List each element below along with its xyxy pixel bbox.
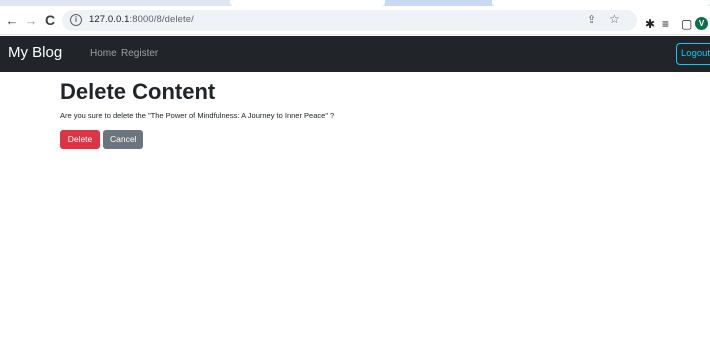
extensions-icon[interactable]: ✱ <box>645 17 655 31</box>
main-content: Delete Content Are you sure to delete th… <box>60 78 334 149</box>
back-arrow-icon[interactable]: ← <box>3 11 21 29</box>
nav-link-register[interactable]: Register <box>121 48 158 59</box>
page-title: Delete Content <box>60 79 216 104</box>
side-panel-icon[interactable]: ▢ <box>681 17 692 31</box>
action-buttons: Delete Cancel <box>60 130 334 149</box>
delete-button[interactable]: Delete <box>60 130 100 149</box>
site-navbar: My Blog Home Register Logout <box>0 36 710 72</box>
url-host: 127.0.0.1 <box>89 14 130 25</box>
reload-icon[interactable]: C <box>41 11 59 29</box>
cancel-button[interactable]: Cancel <box>103 130 143 149</box>
address-bar[interactable]: i 127.0.0.1:8000/8/delete/ ⇪ ☆ <box>62 10 637 31</box>
url-text[interactable]: 127.0.0.1:8000/8/delete/ <box>89 14 194 25</box>
kebab-menu-icon[interactable]: ⋮ <box>705 17 710 31</box>
reading-list-icon[interactable]: ≡ <box>662 17 669 31</box>
logout-button[interactable]: Logout <box>676 43 710 65</box>
bookmark-star-icon[interactable]: ☆ <box>609 12 620 26</box>
nav-link-home[interactable]: Home <box>90 48 117 59</box>
browser-toolbar: ← → C i 127.0.0.1:8000/8/delete/ ⇪ ☆ ✱ ≡… <box>0 6 710 35</box>
url-path: :8000/8/delete/ <box>129 14 194 25</box>
share-icon[interactable]: ⇪ <box>587 13 596 26</box>
site-info-icon[interactable]: i <box>70 14 82 26</box>
forward-arrow-icon[interactable]: → <box>22 11 40 29</box>
delete-confirmation-text: Are you sure to delete the "The Power of… <box>60 111 335 120</box>
navbar-brand[interactable]: My Blog <box>8 44 62 61</box>
